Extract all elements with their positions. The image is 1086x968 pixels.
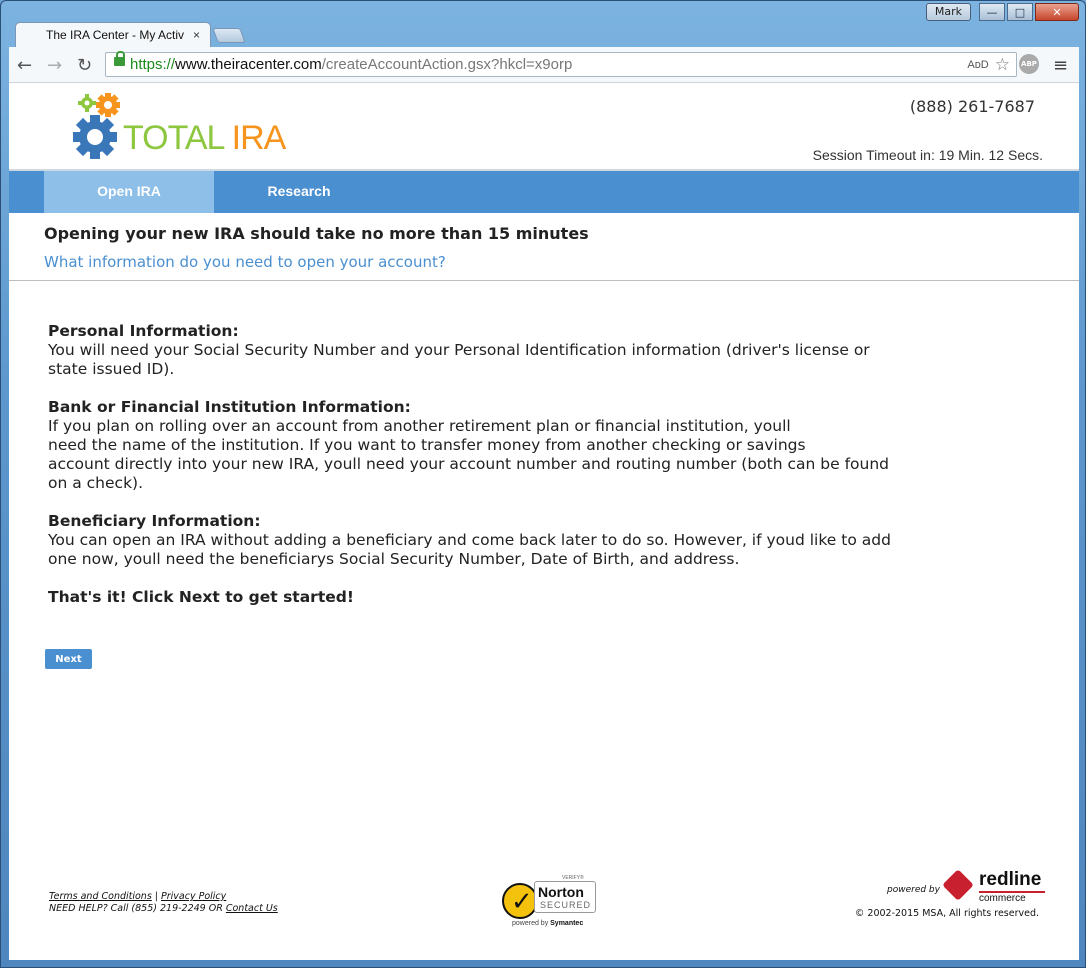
bank-info-section: Bank or Financial Institution Informatio…: [48, 398, 948, 493]
maximize-button[interactable]: □: [1007, 3, 1033, 21]
privacy-link[interactable]: Privacy Policy: [161, 891, 226, 902]
powered-by-label: powered by: [887, 885, 940, 895]
minimize-button[interactable]: —: [979, 3, 1005, 21]
bookmark-star-icon[interactable]: ☆: [995, 55, 1010, 75]
browser-window: Mark — □ ✕ The IRA Center - My Activ × ←…: [0, 0, 1086, 968]
redline-name: redline: [979, 869, 1042, 890]
norton-secured: SECURED: [540, 900, 592, 910]
window-controls: Mark — □ ✕: [925, 3, 1079, 21]
tab-title: The IRA Center - My Activ: [46, 28, 185, 42]
reader-icon[interactable]: AᴅD: [967, 59, 988, 71]
browser-menu-icon[interactable]: ≡: [1053, 55, 1068, 76]
total-ira-logo[interactable]: TOTAL IRA: [73, 91, 293, 163]
forward-icon[interactable]: →: [47, 55, 62, 76]
user-profile-button[interactable]: Mark: [925, 3, 971, 21]
web-page: TOTAL IRA (888) 261-7687 Session Timeout…: [9, 83, 1079, 960]
requirements-content: Personal Information: You will need your…: [48, 322, 948, 607]
session-timeout: Session Timeout in: 19 Min. 12 Secs.: [812, 147, 1043, 163]
new-tab-button[interactable]: [212, 28, 246, 43]
terms-link[interactable]: Terms and Conditions: [49, 891, 152, 902]
help-text: NEED HELP? Call (855) 219-2249 OR: [49, 903, 226, 914]
phone-number: (888) 261-7687: [909, 97, 1035, 116]
browser-toolbar: ← → ↻ https://www.theiracenter.com/creat…: [9, 47, 1079, 83]
redline-icon: [942, 869, 974, 901]
divider: [9, 280, 1079, 281]
logo-text: TOTAL IRA: [123, 119, 286, 157]
footer-links: Terms and Conditions | Privacy Policy NE…: [49, 891, 278, 915]
page-title: Opening your new IRA should take no more…: [44, 224, 589, 243]
personal-info-section: Personal Information: You will need your…: [48, 322, 948, 379]
section-body: If you plan on rolling over an account f…: [48, 417, 890, 492]
section-title: Beneficiary Information:: [48, 512, 261, 530]
browser-tab[interactable]: The IRA Center - My Activ ×: [15, 22, 211, 48]
redline-sub: commerce: [979, 893, 1026, 904]
close-window-button[interactable]: ✕: [1035, 3, 1079, 21]
nav-open-ira[interactable]: Open IRA: [44, 171, 214, 213]
copyright: © 2002-2015 MSA, All rights reserved.: [854, 908, 1039, 919]
norton-powered-by: powered by Symantec: [512, 920, 584, 927]
info-link[interactable]: What information do you need to open you…: [44, 253, 1044, 271]
next-button[interactable]: Next: [45, 649, 92, 669]
url-text: https://www.theiracenter.com/createAccou…: [130, 56, 573, 73]
final-message: That's it! Click Next to get started!: [48, 588, 354, 606]
intro: Opening your new IRA should take no more…: [44, 224, 1044, 271]
redline-commerce-logo[interactable]: powered by redline commerce: [887, 869, 1047, 909]
address-bar[interactable]: https://www.theiracenter.com/createAccou…: [105, 51, 1017, 77]
section-body: You will need your Social Security Numbe…: [48, 341, 870, 378]
beneficiary-info-section: Beneficiary Information: You can open an…: [48, 512, 948, 569]
footer-separator: |: [151, 891, 162, 902]
main-nav: Open IRA Research: [9, 169, 1079, 213]
norton-secured-badge[interactable]: ✓ VERIFY® Norton SECURED powered by Syma…: [502, 875, 598, 931]
adblock-icon[interactable]: ABP: [1019, 54, 1039, 74]
back-icon[interactable]: ←: [17, 55, 32, 76]
site-header: TOTAL IRA (888) 261-7687 Session Timeout…: [9, 83, 1079, 169]
norton-name: Norton: [538, 884, 584, 900]
lock-icon: [114, 51, 125, 66]
tab-close-icon[interactable]: ×: [193, 28, 200, 42]
reload-icon[interactable]: ↻: [77, 55, 92, 76]
nav-research[interactable]: Research: [244, 171, 354, 213]
section-title: Personal Information:: [48, 322, 239, 340]
section-title: Bank or Financial Institution Informatio…: [48, 398, 411, 416]
contact-link[interactable]: Contact Us: [226, 903, 278, 914]
norton-verify: VERIFY®: [562, 875, 584, 881]
norton-check-icon: ✓: [502, 883, 538, 919]
section-body: You can open an IRA without adding a ben…: [48, 531, 891, 568]
